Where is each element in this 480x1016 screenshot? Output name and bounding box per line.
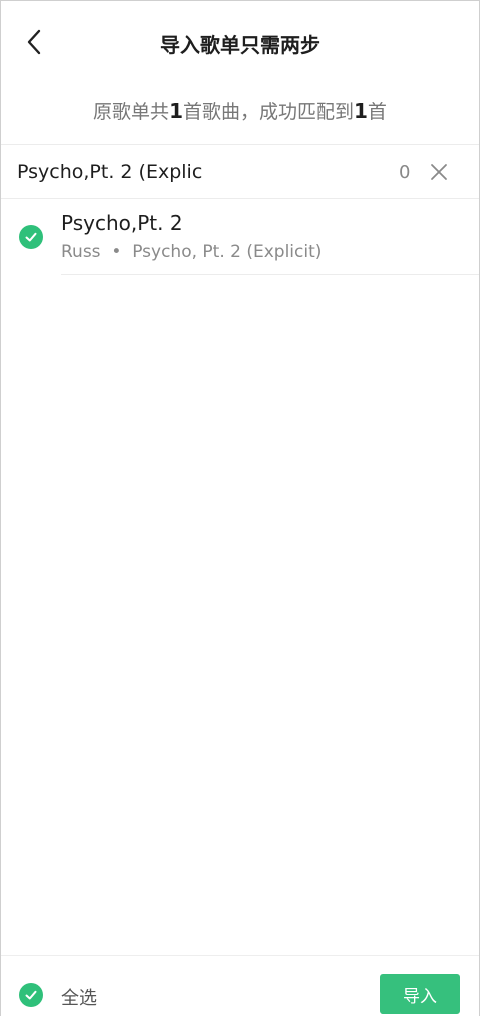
song-separator: • bbox=[111, 242, 122, 262]
song-artist: Russ bbox=[61, 242, 101, 262]
original-song-name: Psycho,Pt. 2 (Explic bbox=[17, 161, 203, 183]
bottom-bar: 全选 导入 bbox=[1, 955, 479, 1016]
song-select-checkbox[interactable] bbox=[19, 225, 43, 249]
summary-prefix: 原歌单共 bbox=[93, 101, 170, 123]
song-subtitle: Russ • Psycho, Pt. 2 (Explicit) bbox=[61, 242, 321, 262]
original-song-row: Psycho,Pt. 2 (Explic 0 bbox=[1, 145, 479, 199]
close-icon bbox=[431, 164, 447, 180]
app-frame: 导入歌单只需两步 原歌单共1首歌曲，成功匹配到1首 Psycho,Pt. 2 (… bbox=[0, 0, 480, 1016]
summary-matched: 1 bbox=[354, 99, 368, 123]
page-title: 导入歌单只需两步 bbox=[160, 33, 320, 57]
remove-button[interactable] bbox=[428, 161, 450, 183]
check-icon bbox=[25, 990, 37, 1000]
match-summary: 原歌单共1首歌曲，成功匹配到1首 bbox=[1, 97, 479, 124]
match-count: 0 bbox=[399, 162, 411, 183]
summary-total: 1 bbox=[169, 99, 183, 123]
select-all-checkbox[interactable] bbox=[19, 983, 43, 1007]
check-icon bbox=[25, 232, 37, 242]
summary-suffix: 首 bbox=[367, 101, 387, 123]
song-album: Psycho, Pt. 2 (Explicit) bbox=[132, 242, 322, 262]
top-bar: 导入歌单只需两步 bbox=[1, 1, 479, 83]
import-button[interactable]: 导入 bbox=[380, 974, 460, 1014]
divider bbox=[61, 274, 479, 275]
summary-middle: 首歌曲，成功匹配到 bbox=[182, 101, 354, 123]
matched-song-row[interactable]: Psycho,Pt. 2 Russ • Psycho, Pt. 2 (Expli… bbox=[1, 199, 479, 275]
song-title: Psycho,Pt. 2 bbox=[61, 211, 183, 235]
select-all-label[interactable]: 全选 bbox=[61, 984, 97, 1010]
